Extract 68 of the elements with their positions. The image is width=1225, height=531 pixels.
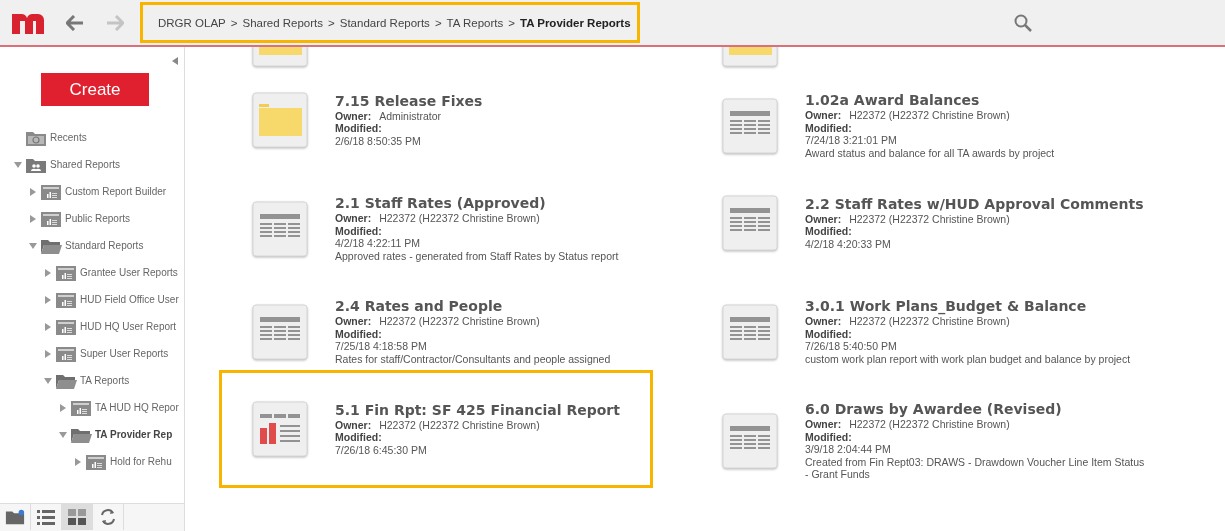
owner-label: Owner: <box>805 418 842 431</box>
modified-date: 2/6/18 8:50:35 PM <box>335 134 422 148</box>
owner-value: H22372 (H22372 Christine Brown) <box>849 315 1010 328</box>
breadcrumb-separator: > <box>508 16 515 29</box>
report-title[interactable]: 6.0 Draws by Awardee (Revised) <box>805 401 1145 418</box>
report-description: custom work plan report with work plan budget and balance by project <box>805 352 1131 365</box>
owner-label: Owner: <box>335 418 372 432</box>
owner-value: H22372 (H22372 Christine Brown) <box>379 212 540 225</box>
owner-label: Owner: <box>335 315 372 328</box>
owner-value: H22372 (H22372 Christine Brown) <box>379 418 540 432</box>
tree-item[interactable]: Public Reports <box>65 213 131 224</box>
modified-date: 4/2/18 4:22:11 PM <box>335 237 422 250</box>
modified-label: Modified: <box>335 327 383 340</box>
tree-item[interactable]: Hold for Rehu <box>110 456 172 467</box>
tree-item[interactable]: TA Reports <box>80 375 130 386</box>
owner-value: H22372 (H22372 Christine Brown) <box>849 109 1010 122</box>
modified-label: Modified: <box>805 430 853 443</box>
report-description: Rates for staff/Contractor/Consultants and people assigned <box>335 352 611 365</box>
modified-label: Modified: <box>805 327 853 340</box>
modified-label: Modified: <box>335 224 383 237</box>
tree-item[interactable]: Grantee User Reports <box>80 267 178 278</box>
owner-value: Administrator <box>379 109 442 123</box>
breadcrumb-link[interactable]: DRGR OLAP <box>158 16 226 29</box>
report-title[interactable]: 1.02a Award Balances <box>805 92 1055 109</box>
breadcrumb-link[interactable]: Standard Reports <box>339 16 430 29</box>
owner-label: Owner: <box>335 109 372 123</box>
tree-item[interactable]: TA HUD HQ Repor <box>95 402 179 413</box>
tree-item[interactable]: Recents <box>50 132 87 143</box>
breadcrumb-separator: > <box>230 16 238 29</box>
report-description: Award status and balance for all TA awards by project <box>805 146 1055 159</box>
owner-value: H22372 (H22372 Christine Brown) <box>379 315 540 328</box>
modified-label: Modified: <box>335 431 383 444</box>
report-title[interactable]: 7.15 Release Fixes <box>335 92 483 110</box>
modified-label: Modified: <box>805 225 853 238</box>
owner-label: Owner: <box>805 109 842 122</box>
report-title[interactable]: 2.4 Rates and People <box>335 298 611 315</box>
tree-item[interactable]: Super User Reports <box>80 348 169 359</box>
modified-date: 7/26/18 5:40:50 PM <box>805 340 898 353</box>
breadcrumb-link[interactable]: TA Reports <box>446 16 504 29</box>
report-title[interactable]: 2.2 Staff Rates w/HUD Approval Comments <box>805 195 1144 213</box>
tree-item[interactable]: HUD HQ User Report <box>80 321 177 332</box>
owner-label: Owner: <box>805 212 842 226</box>
modified-label: Modified: <box>805 121 853 134</box>
tree-item[interactable]: HUD Field Office User <box>80 294 179 305</box>
tree-item[interactable]: Standard Reports <box>65 240 144 251</box>
owner-value: H22372 (H22372 Christine Brown) <box>849 212 1010 226</box>
breadcrumb-separator: > <box>434 16 442 29</box>
tree-item[interactable]: TA Provider Rep <box>95 429 173 440</box>
tree-item[interactable]: Shared Reports <box>50 159 121 170</box>
modified-date: 7/25/18 4:18:58 PM <box>335 340 428 353</box>
modified-date: 4/2/18 4:20:33 PM <box>805 237 892 251</box>
owner-value: H22372 (H22372 Christine Brown) <box>849 418 1010 431</box>
breadcrumb-link[interactable]: TA Provider Reports <box>520 16 631 29</box>
modified-label: Modified: <box>335 122 383 135</box>
breadcrumb-link[interactable]: Shared Reports <box>242 16 323 29</box>
owner-label: Owner: <box>805 315 842 328</box>
modified-date: 7/26/18 6:45:30 PM <box>335 443 428 457</box>
owner-label: Owner: <box>335 212 372 225</box>
breadcrumb-separator: > <box>328 16 335 29</box>
report-title[interactable]: 2.1 Staff Rates (Approved) <box>335 195 619 212</box>
modified-date: 7/24/18 3:21:01 PM <box>805 134 898 147</box>
report-title[interactable]: 3.0.1 Work Plans_Budget & Balance <box>805 298 1131 315</box>
modified-date: 3/9/18 2:04:44 PM <box>805 443 892 456</box>
report-description: Created from Fin Rept03: DRAWS - Drawdown Voucher Line Item Status - Grant Funds <box>805 455 1145 481</box>
report-title[interactable]: 5.1 Fin Rpt: SF 425 Financial Report <box>335 401 620 419</box>
tree-item[interactable]: Custom Report Builder <box>65 186 167 197</box>
create-button[interactable]: Create <box>41 73 149 106</box>
report-description: Approved rates - generated from Staff Rates by Status report <box>335 249 619 262</box>
